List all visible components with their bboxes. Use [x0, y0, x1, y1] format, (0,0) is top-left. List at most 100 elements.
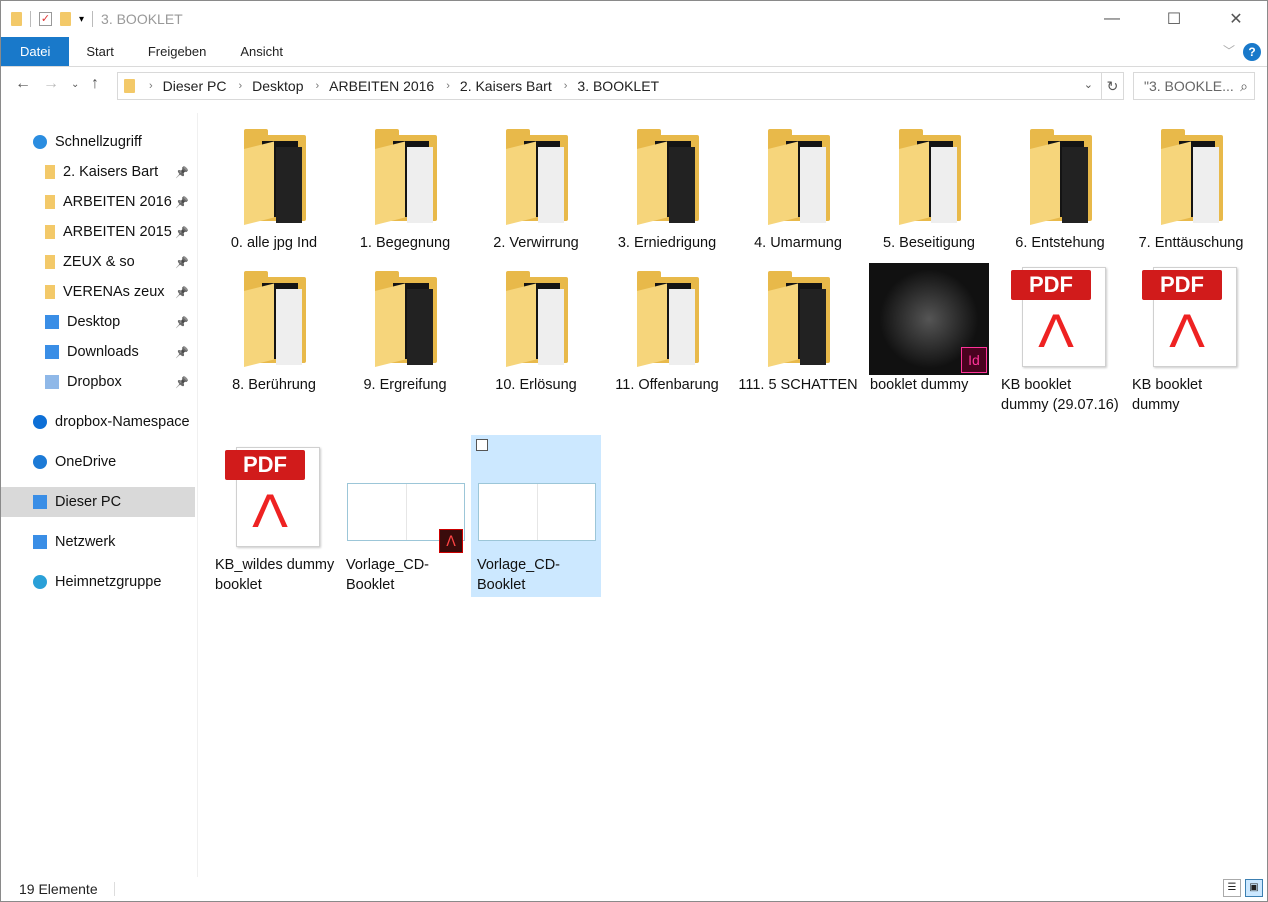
- breadcrumb-dieser-pc[interactable]: Dieser PC: [163, 78, 227, 94]
- chevron-right-icon[interactable]: ›: [564, 80, 568, 92]
- sidebar-item-downloads[interactable]: Downloads 📌: [1, 337, 195, 367]
- folder-item[interactable]: 7. Enttäuschung: [1126, 121, 1256, 253]
- chevron-down-icon[interactable]: ⌄: [1084, 78, 1093, 91]
- sidebar-item-dropbox-namespace[interactable]: dropbox-Namespace: [1, 407, 195, 437]
- pin-icon[interactable]: 📌: [175, 256, 189, 269]
- sidebar-item-desktop[interactable]: Desktop 📌: [1, 307, 195, 337]
- pin-icon[interactable]: 📌: [175, 376, 189, 389]
- status-bar: 19 Elemente ☰ ▣: [1, 877, 1267, 901]
- file-item[interactable]: Vorlage_CD-Booklet: [471, 435, 601, 597]
- search-input[interactable]: "3. BOOKLE... ⌕: [1133, 72, 1255, 100]
- breadcrumb-desktop[interactable]: Desktop: [252, 78, 303, 94]
- sidebar-item-label: ARBEITEN 2015: [63, 224, 172, 240]
- file-item[interactable]: ᐱ Vorlage_CD-Booklet: [340, 443, 470, 595]
- folder-icon: [345, 121, 465, 233]
- file-item[interactable]: PDF ᐱ KB booklet dummy: [1126, 263, 1256, 415]
- forward-button[interactable]: →: [43, 75, 59, 93]
- sidebar-item-label: Desktop: [67, 314, 121, 330]
- sidebar-item-heimnetzgruppe[interactable]: Heimnetzgruppe: [1, 567, 195, 597]
- folder-item[interactable]: 11. Offenbarung: [602, 263, 732, 395]
- breadcrumb-kaisers-bart[interactable]: 2. Kaisers Bart: [460, 78, 552, 94]
- sidebar-item-arbeiten-2015[interactable]: ARBEITEN 2015 📌: [1, 217, 195, 247]
- acrobat-logo-icon: ᐱ: [251, 488, 289, 537]
- back-button[interactable]: ←: [15, 75, 31, 93]
- folder-item[interactable]: 2. Verwirrung: [471, 121, 601, 253]
- sidebar-item-netzwerk[interactable]: Netzwerk: [1, 527, 195, 557]
- folder-item[interactable]: 6. Entstehung: [995, 121, 1125, 253]
- onedrive-icon: [33, 455, 47, 469]
- breadcrumb-arbeiten-2016[interactable]: ARBEITEN 2016: [329, 78, 434, 94]
- breadcrumb-booklet[interactable]: 3. BOOKLET: [577, 78, 659, 94]
- sidebar-item-onedrive[interactable]: OneDrive: [1, 447, 195, 477]
- folder-item[interactable]: 1. Begegnung: [340, 121, 470, 253]
- file-item[interactable]: Id booklet dummy: [864, 263, 994, 395]
- file-item[interactable]: PDF ᐱ KB_wildes dummy booklet: [209, 443, 339, 595]
- pin-icon[interactable]: 📌: [175, 226, 189, 239]
- folder-item[interactable]: 10. Erlösung: [471, 263, 601, 395]
- folder-item[interactable]: 5. Beseitigung: [864, 121, 994, 253]
- folder-item[interactable]: 9. Ergreifung: [340, 263, 470, 395]
- chevron-right-icon[interactable]: ›: [446, 80, 450, 92]
- folder-icon: [476, 121, 596, 233]
- chevron-right-icon[interactable]: ›: [238, 80, 242, 92]
- tab-ansicht[interactable]: Ansicht: [223, 37, 300, 66]
- folder-preview-page: [407, 289, 433, 365]
- chevron-right-icon[interactable]: ›: [149, 80, 153, 92]
- acrobat-logo-icon: ᐱ: [1037, 308, 1075, 357]
- pin-icon[interactable]: 📌: [175, 346, 189, 359]
- folder-preview-page: [669, 147, 695, 223]
- folder-icon: [45, 195, 55, 209]
- large-icons-view-button[interactable]: ▣: [1245, 879, 1263, 897]
- sidebar-item-label: Dropbox: [67, 374, 122, 390]
- maximize-button[interactable]: ☐: [1143, 1, 1205, 37]
- sidebar-item-dropbox[interactable]: Dropbox 📌: [1, 367, 195, 397]
- sidebar-item-zeux-so[interactable]: ZEUX & so 📌: [1, 247, 195, 277]
- item-count: 19 Elemente: [19, 881, 98, 897]
- sidebar-item-label: VERENAs zeux: [63, 284, 165, 300]
- file-item[interactable]: PDF ᐱ KB booklet dummy (29.07.16): [995, 263, 1125, 415]
- tab-freigeben[interactable]: Freigeben: [131, 37, 224, 66]
- expand-ribbon-icon[interactable]: ﹀: [1223, 42, 1235, 59]
- new-folder-icon[interactable]: [60, 12, 71, 26]
- folder-item[interactable]: 111. 5 SCHATTEN: [733, 263, 863, 395]
- sidebar-item-verenas-zeux[interactable]: VERENAs zeux 📌: [1, 277, 195, 307]
- pdf-banner: PDF: [225, 450, 305, 480]
- sidebar-item-2-kaisers-bart[interactable]: 2. Kaisers Bart 📌: [1, 157, 195, 187]
- help-icon[interactable]: ?: [1243, 43, 1261, 61]
- folder-item[interactable]: 3. Erniedrigung: [602, 121, 732, 253]
- chevron-right-icon[interactable]: ›: [316, 80, 320, 92]
- refresh-button[interactable]: ↻: [1101, 73, 1123, 99]
- address-bar[interactable]: › Dieser PC › Desktop › ARBEITEN 2016 › …: [117, 72, 1124, 100]
- indesign-icon: Id: [961, 347, 987, 373]
- folder-item[interactable]: 8. Berührung: [209, 263, 339, 395]
- folder-item[interactable]: 0. alle jpg Ind: [209, 121, 339, 253]
- folder-front: [768, 283, 798, 367]
- folder-icon: [214, 263, 334, 375]
- pin-icon[interactable]: 📌: [175, 166, 189, 179]
- tab-datei[interactable]: Datei: [1, 37, 70, 66]
- folder-preview-page: [931, 147, 957, 223]
- details-view-button[interactable]: ☰: [1223, 879, 1241, 897]
- customize-toolbar-icon[interactable]: ▾: [79, 14, 84, 25]
- folder-item[interactable]: 4. Umarmung: [733, 121, 863, 253]
- sidebar-item-arbeiten-2016[interactable]: ARBEITEN 2016 📌: [1, 187, 195, 217]
- pin-icon[interactable]: 📌: [175, 286, 189, 299]
- sidebar-item-schnellzugriff[interactable]: Schnellzugriff: [1, 127, 195, 157]
- up-button[interactable]: ↑: [91, 75, 99, 93]
- properties-icon[interactable]: ✓: [39, 12, 52, 26]
- sidebar-item-label: dropbox-Namespace: [55, 414, 190, 430]
- divider: [92, 11, 94, 27]
- recent-locations-icon[interactable]: ⌄: [71, 79, 79, 90]
- close-button[interactable]: ✕: [1205, 1, 1267, 37]
- sidebar-item-dieser-pc[interactable]: Dieser PC: [1, 487, 195, 517]
- search-icon[interactable]: ⌕: [1240, 73, 1248, 99]
- tab-start[interactable]: Start: [69, 37, 130, 66]
- folder-front: [1161, 141, 1191, 225]
- minimize-button[interactable]: —: [1081, 1, 1143, 37]
- network-icon: [33, 535, 47, 549]
- pin-icon[interactable]: 📌: [175, 316, 189, 329]
- pin-icon[interactable]: 📌: [175, 196, 189, 209]
- item-label: 9. Ergreifung: [363, 377, 447, 393]
- folder-preview-page: [800, 147, 826, 223]
- item-label: KB booklet dummy: [1132, 377, 1203, 413]
